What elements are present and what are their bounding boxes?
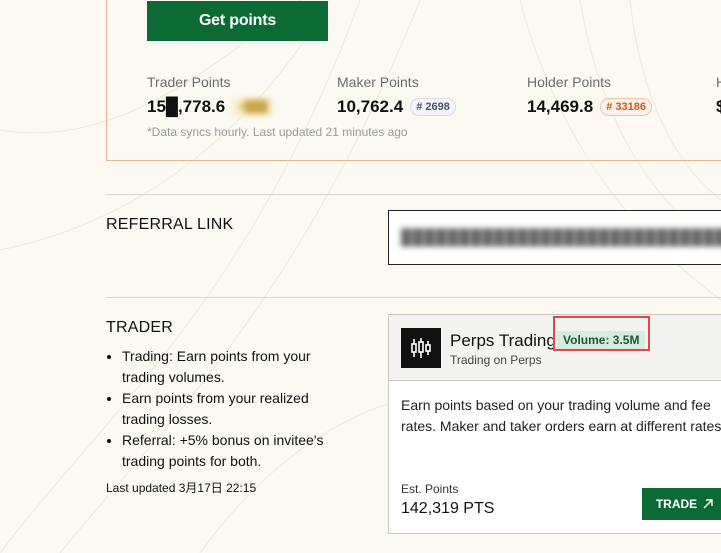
holder-points-rank-badge: # 33186 (600, 98, 652, 116)
list-item: Earn points from your realized trading l… (122, 388, 347, 430)
get-points-button[interactable]: Get points (147, 1, 328, 41)
est-points-value: 142,319 PTS (401, 500, 495, 517)
section-divider (106, 194, 721, 195)
referral-link-field[interactable]: ███████████████████████████████ (388, 210, 721, 265)
maker-points-value: 10,762.4 (337, 97, 404, 116)
holder-points-stat: Holder Points 14,469.8 # 33186 (527, 74, 652, 117)
section-divider (106, 297, 721, 298)
list-item: Referral: +5% bonus on invitee's trading… (122, 430, 347, 472)
holder-points-value: 14,469.8 (527, 97, 594, 116)
trader-bullet-list: Trading: Earn points from your trading v… (106, 346, 347, 472)
cutoff-points-stat: H $ (716, 74, 721, 117)
trade-button-label: TRADE (655, 497, 698, 511)
candlestick-icon (401, 328, 441, 368)
referral-link-title: REFERRAL LINK (106, 216, 234, 233)
referral-link-text: ███████████████████████████████ (401, 229, 721, 246)
cutoff-points-label: H (716, 74, 721, 90)
cutoff-points-value: $ (716, 97, 721, 116)
data-sync-note: *Data syncs hourly. Last updated 21 minu… (147, 125, 408, 139)
arrow-up-right-icon (703, 499, 713, 509)
maker-points-stat: Maker Points 10,762.4 # 2698 (337, 74, 456, 117)
list-item: Trading: Earn points from your trading v… (122, 346, 347, 388)
est-points-label: Est. Points (401, 482, 459, 496)
trader-points-stat: Trader Points 15█,778.6 #███ (147, 74, 274, 117)
trade-button[interactable]: TRADE (642, 488, 721, 520)
perps-card-title: Perps Trading (450, 331, 556, 350)
maker-points-label: Maker Points (337, 74, 419, 90)
trader-points-value: 15█,778.6 (147, 97, 226, 116)
perps-card-subtitle: Trading on Perps (450, 353, 542, 367)
perps-card-description: Earn points based on your trading volume… (401, 397, 721, 434)
trader-points-label: Trader Points (147, 74, 231, 90)
volume-highlight-box (553, 316, 650, 351)
trader-last-updated: Last updated 3月17日 22:15 (106, 481, 257, 495)
trader-title: TRADER (106, 319, 173, 336)
trader-points-rank-badge: #███ (232, 98, 274, 116)
holder-points-label: Holder Points (527, 74, 612, 90)
maker-points-rank-badge: # 2698 (410, 98, 456, 116)
